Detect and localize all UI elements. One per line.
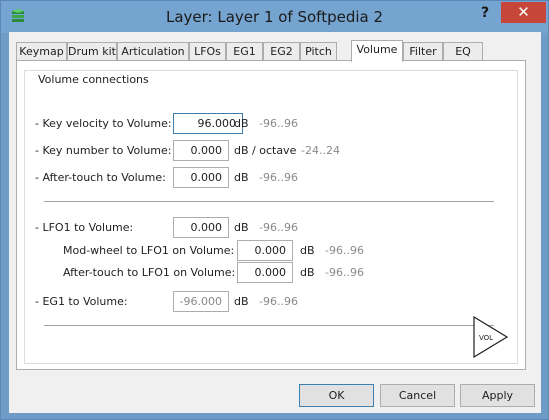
key-velocity-unit: dB [234,117,249,130]
aftertouch-lfo1-range: -96..96 [325,266,364,279]
separator-2 [44,325,494,326]
key-velocity-range: -96..96 [259,117,298,130]
lfo1-label: - LFO1 to Volume: [35,221,134,234]
separator-1 [44,201,494,202]
vol-icon-label: VOL [479,334,493,342]
tab-keymap[interactable]: Keymap [16,42,67,61]
modwheel-lfo1-label: Mod-wheel to LFO1 on Volume: [63,244,235,257]
key-number-label: - Key number to Volume: [35,144,172,157]
modwheel-lfo1-unit: dB [300,244,315,257]
key-velocity-input[interactable]: 96.000 [173,113,243,134]
volume-play-icon: VOL [473,316,509,358]
title-bar[interactable]: Layer: Layer 1 of Softpedia 2 ? ✕ [1,1,548,33]
cancel-button[interactable]: Cancel [380,384,455,407]
lfo1-input[interactable]: 0.000 [173,217,229,238]
modwheel-lfo1-range: -96..96 [325,244,364,257]
volume-tab-panel: Volume connections - Key velocity to Vol… [16,60,526,370]
layer-dialog-window: Layer: Layer 1 of Softpedia 2 ? ✕ Keymap… [0,0,549,420]
dialog-client-area: Keymap Drum kit Articulation LFOs EG1 EG… [9,32,541,413]
aftertouch-lfo1-unit: dB [300,266,315,279]
window-title: Layer: Layer 1 of Softpedia 2 [165,8,384,26]
after-touch-range: -96..96 [259,171,298,184]
eg1-label: - EG1 to Volume: [35,295,128,308]
key-velocity-label: - Key velocity to Volume: [35,117,172,130]
lfo1-range: -96..96 [259,221,298,234]
tab-volume[interactable]: Volume [351,40,403,62]
close-button[interactable]: ✕ [501,2,546,23]
tab-eg2[interactable]: EG2 [263,42,300,61]
eg1-unit: dB [234,295,249,308]
key-number-input[interactable]: 0.000 [173,140,229,161]
tab-drum-kit[interactable]: Drum kit [67,42,117,61]
eg1-input: -96.000 [173,291,229,312]
tab-filter[interactable]: Filter [403,42,443,61]
key-number-range: -24..24 [301,144,340,157]
modwheel-lfo1-input[interactable]: 0.000 [237,240,293,261]
tab-lfos[interactable]: LFOs [189,42,226,61]
after-touch-unit: dB [234,171,249,184]
volume-connections-group: Volume connections [24,70,518,364]
aftertouch-lfo1-label: After-touch to LFO1 on Volume: [63,266,236,279]
after-touch-label: - After-touch to Volume: [35,171,166,184]
eg1-range: -96..96 [259,295,298,308]
tab-articulation[interactable]: Articulation [117,42,189,61]
ok-button[interactable]: OK [299,384,374,407]
apply-button[interactable]: Apply [460,384,535,407]
tab-pitch[interactable]: Pitch [300,42,337,61]
aftertouch-lfo1-input[interactable]: 0.000 [237,262,293,283]
group-title: Volume connections [36,73,151,86]
after-touch-input[interactable]: 0.000 [173,167,229,188]
help-button[interactable]: ? [471,3,499,23]
lfo1-unit: dB [234,221,249,234]
key-number-unit: dB / octave [234,144,297,157]
tab-eg1[interactable]: EG1 [226,42,263,61]
tab-eq[interactable]: EQ [443,42,483,61]
